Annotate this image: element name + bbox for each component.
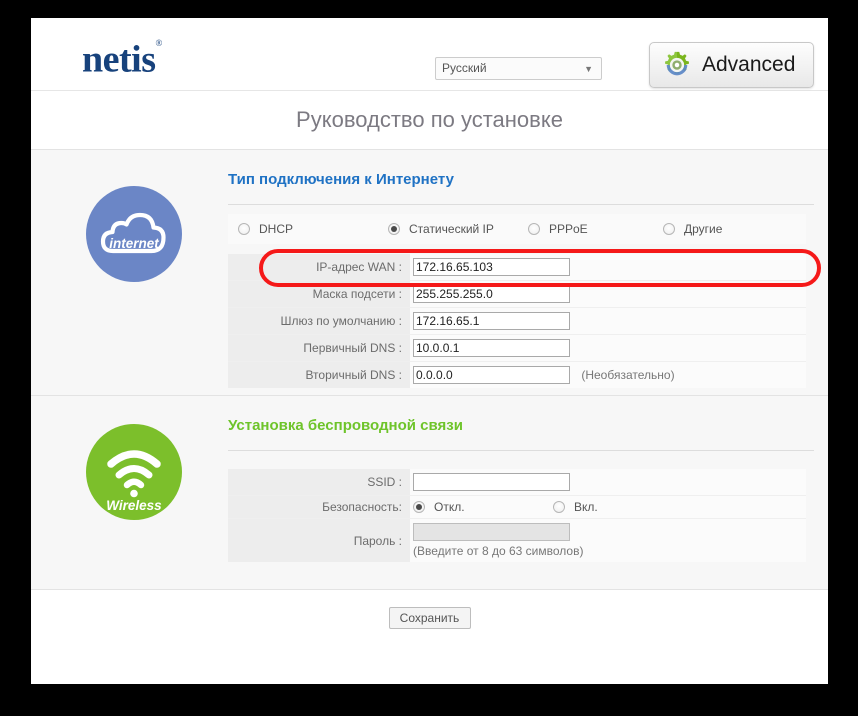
radio-pppoe-icon[interactable] [528,223,540,235]
page-title: Руководство по установке [296,107,563,133]
security-label: Безопасность: [228,496,410,519]
password-hint: (Введите от 8 до 63 символов) [413,544,806,558]
internet-section: internet Тип подключения к Интернету DHC… [31,150,828,396]
wireless-section-heading: Установка беспроводной связи [228,396,806,434]
table-row: SSID : [228,469,806,496]
radio-pppoe-label: PPPoE [549,222,588,236]
password-input[interactable] [413,523,570,541]
save-button[interactable]: Сохранить [389,607,471,629]
wireless-section-body: Установка беспроводной связи SSID : Безо… [228,396,806,562]
table-row: Шлюз по умолчанию : [228,308,806,335]
wireless-badge: Wireless [86,424,182,520]
security-options: Откл. Вкл. [413,500,806,514]
secondary-dns-hint: (Необязательно) [581,368,674,382]
radio-security-off-label: Откл. [434,500,465,514]
wan-ip-label: IP-адрес WAN : [228,254,410,281]
netis-logo: netis® [82,36,162,79]
radio-option-other[interactable]: Другие [663,222,722,236]
radio-option-static-ip[interactable]: Статический IP [388,222,528,236]
radio-option-security-off[interactable]: Откл. [413,500,553,514]
wireless-badge-caption: Wireless [106,498,162,513]
radio-security-on-label: Вкл. [574,500,598,514]
logo-text: netis [82,39,156,81]
radio-option-security-on[interactable]: Вкл. [553,500,598,514]
internet-badge: internet [86,186,182,282]
radio-other-icon[interactable] [663,223,675,235]
radio-other-label: Другие [684,222,722,236]
subnet-mask-label: Маска подсети : [228,281,410,308]
radio-static-ip-label: Статический IP [409,222,494,236]
trademark-symbol: ® [156,38,162,48]
page-header: netis® Русский ▼ Advanced [31,18,828,91]
default-gateway-label: Шлюз по умолчанию : [228,308,410,335]
wan-ip-input[interactable] [413,258,570,276]
internet-heading-divider [228,204,814,205]
page-title-bar: Руководство по установке [31,91,828,150]
wan-settings-table: IP-адрес WAN : Маска подсети : Шлюз по у… [228,254,806,388]
primary-dns-label: Первичный DNS : [228,335,410,362]
internet-section-heading: Тип подключения к Интернету [228,150,806,188]
radio-dhcp-label: DHCP [259,222,293,236]
connection-type-options: DHCP Статический IP PPPoE Другие [228,214,806,244]
table-row: Безопасность: Откл. Вкл. [228,496,806,519]
ssid-input[interactable] [413,473,570,491]
language-selected-value: Русский [442,61,487,75]
internet-badge-caption: internet [109,236,159,251]
primary-dns-input[interactable] [413,339,570,357]
advanced-button[interactable]: Advanced [649,42,814,88]
wireless-heading-divider [228,450,814,451]
radio-option-pppoe[interactable]: PPPoE [528,222,663,236]
table-row: Вторичный DNS : (Необязательно) [228,362,806,389]
page-footer: Сохранить [31,590,828,646]
wireless-settings-table: SSID : Безопасность: Откл. [228,469,806,562]
advanced-button-label: Advanced [702,53,795,77]
secondary-dns-label: Вторичный DNS : [228,362,410,389]
language-select[interactable]: Русский ▼ [435,57,602,80]
wireless-section: Wireless Установка беспроводной связи SS… [31,396,828,590]
password-label: Пароль : [228,519,410,563]
table-row: Маска подсети : [228,281,806,308]
table-row: Первичный DNS : [228,335,806,362]
ssid-label: SSID : [228,469,410,496]
table-row: IP-адрес WAN : [228,254,806,281]
radio-dhcp-icon[interactable] [238,223,250,235]
radio-security-off-icon[interactable] [413,501,425,513]
radio-option-dhcp[interactable]: DHCP [228,222,388,236]
radio-static-ip-icon[interactable] [388,223,400,235]
radio-security-on-icon[interactable] [553,501,565,513]
secondary-dns-input[interactable] [413,366,570,384]
default-gateway-input[interactable] [413,312,570,330]
chevron-down-icon: ▼ [584,59,593,80]
router-setup-page: netis® Русский ▼ Advanced [31,18,828,684]
gear-icon [662,50,692,80]
table-row: Пароль : (Введите от 8 до 63 символов) [228,519,806,563]
subnet-mask-input[interactable] [413,285,570,303]
internet-section-body: Тип подключения к Интернету DHCP Статиче… [228,150,806,388]
